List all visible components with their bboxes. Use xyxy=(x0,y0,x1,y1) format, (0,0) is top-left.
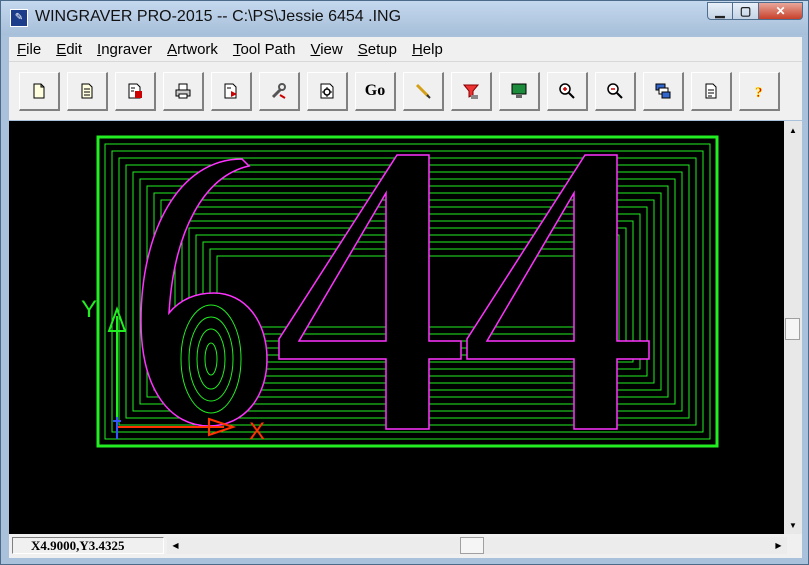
application-window: ✎ WINGRAVER PRO-2015 -- C:\PS\Jessie 645… xyxy=(0,0,809,565)
close-icon: ✕ xyxy=(775,4,786,18)
new-file-icon xyxy=(33,83,45,99)
scroll-right-arrow-icon[interactable]: ▶ xyxy=(770,537,787,554)
display-icon xyxy=(511,83,527,98)
layers-button[interactable] xyxy=(643,72,684,111)
minimize-button[interactable]: ▁ xyxy=(707,2,733,20)
go-button[interactable]: Go xyxy=(355,72,396,111)
wingraver-app-icon[interactable]: ✎ xyxy=(10,9,28,27)
layers-icon xyxy=(655,83,671,99)
engrave-button[interactable] xyxy=(451,72,492,111)
open-file-button[interactable] xyxy=(67,72,108,111)
vertical-scrollbar[interactable]: ▲ ▼ xyxy=(784,121,802,534)
toolbar: Go ? xyxy=(9,61,802,120)
help-button[interactable]: ? xyxy=(739,72,780,111)
menu-view-label: iew xyxy=(320,40,343,58)
menu-edit-label: dit xyxy=(66,40,83,58)
horizontal-scroll-thumb[interactable] xyxy=(460,537,484,554)
zoom-out-icon xyxy=(607,83,623,99)
menu-tool-path[interactable]: Tool Path xyxy=(225,41,303,58)
title-bar[interactable]: ✎ WINGRAVER PRO-2015 -- C:\PS\Jessie 645… xyxy=(1,1,808,35)
x-axis-label: X xyxy=(249,418,265,445)
window-controls: ▁ ▢ ✕ xyxy=(707,2,803,20)
scroll-down-arrow-icon[interactable]: ▼ xyxy=(784,516,802,534)
zoom-in-button[interactable] xyxy=(547,72,588,111)
menu-bar: File Edit Ingraver Artwork Tool Path Vie… xyxy=(9,37,802,61)
svg-text:?: ? xyxy=(755,85,763,100)
print-button[interactable] xyxy=(163,72,204,111)
menu-edit-mnemonic: E xyxy=(56,40,67,58)
new-file-button[interactable] xyxy=(19,72,60,111)
pencil-button[interactable] xyxy=(403,72,444,111)
menu-file[interactable]: File xyxy=(9,41,48,58)
coordinate-readout: X4.9000,Y3.4325 xyxy=(12,537,164,554)
export-button[interactable] xyxy=(211,72,252,111)
menu-ingraver-label: ngraver xyxy=(101,40,153,58)
tools-button[interactable] xyxy=(259,72,300,111)
status-bar: X4.9000,Y3.4325 ◀ ▶ xyxy=(9,534,802,558)
page-button[interactable] xyxy=(691,72,732,111)
menu-artwork[interactable]: Artwork xyxy=(159,41,225,58)
menu-help-mnemonic: H xyxy=(411,40,423,58)
window-title: WINGRAVER PRO-2015 -- C:\PS\Jessie 6454 … xyxy=(35,8,402,25)
pencil-icon xyxy=(415,83,431,99)
save-file-button[interactable] xyxy=(115,72,156,111)
open-file-icon xyxy=(81,83,93,99)
settings-button[interactable] xyxy=(307,72,348,111)
page-icon xyxy=(705,83,717,99)
menu-help[interactable]: Help xyxy=(404,41,450,58)
maximize-icon: ▢ xyxy=(739,4,752,18)
horizontal-scrollbar[interactable]: ◀ ▶ xyxy=(167,537,787,554)
menu-tool-path-label: ool Path xyxy=(240,40,296,58)
menu-help-label: elp xyxy=(422,40,443,58)
drawing-canvas[interactable]: Y X xyxy=(9,121,784,534)
menu-file-label: ile xyxy=(26,40,42,58)
settings-icon xyxy=(320,83,334,99)
menu-view[interactable]: View xyxy=(302,41,349,58)
menu-edit[interactable]: Edit xyxy=(48,41,89,58)
menu-setup-label: etup xyxy=(367,40,397,58)
menu-artwork-mnemonic: A xyxy=(167,40,178,58)
zoom-out-button[interactable] xyxy=(595,72,636,111)
scroll-left-arrow-icon[interactable]: ◀ xyxy=(167,537,184,554)
menu-setup[interactable]: Setup xyxy=(350,41,404,58)
display-button[interactable] xyxy=(499,72,540,111)
scroll-up-arrow-icon[interactable]: ▲ xyxy=(784,121,802,139)
minimize-icon: ▁ xyxy=(715,4,725,18)
menu-setup-mnemonic: S xyxy=(357,40,368,58)
tools-icon xyxy=(271,83,286,99)
zoom-in-icon xyxy=(559,83,575,99)
y-axis-label: Y xyxy=(81,296,97,323)
help-icon: ? xyxy=(755,85,763,100)
menu-file-mnemonic: F xyxy=(17,40,27,58)
vertical-scroll-thumb[interactable] xyxy=(785,318,800,340)
export-icon xyxy=(224,83,237,99)
close-button[interactable]: ✕ xyxy=(759,2,803,20)
print-icon xyxy=(175,83,191,99)
artwork-view: Y X xyxy=(81,135,719,448)
menu-ingraver[interactable]: Ingraver xyxy=(89,41,159,58)
menu-artwork-label: rtwork xyxy=(177,40,218,58)
save-file-icon xyxy=(128,83,142,99)
go-label: Go xyxy=(364,82,386,99)
maximize-button[interactable]: ▢ xyxy=(733,2,759,20)
menu-view-mnemonic: V xyxy=(310,40,321,58)
engrave-icon xyxy=(462,84,480,99)
